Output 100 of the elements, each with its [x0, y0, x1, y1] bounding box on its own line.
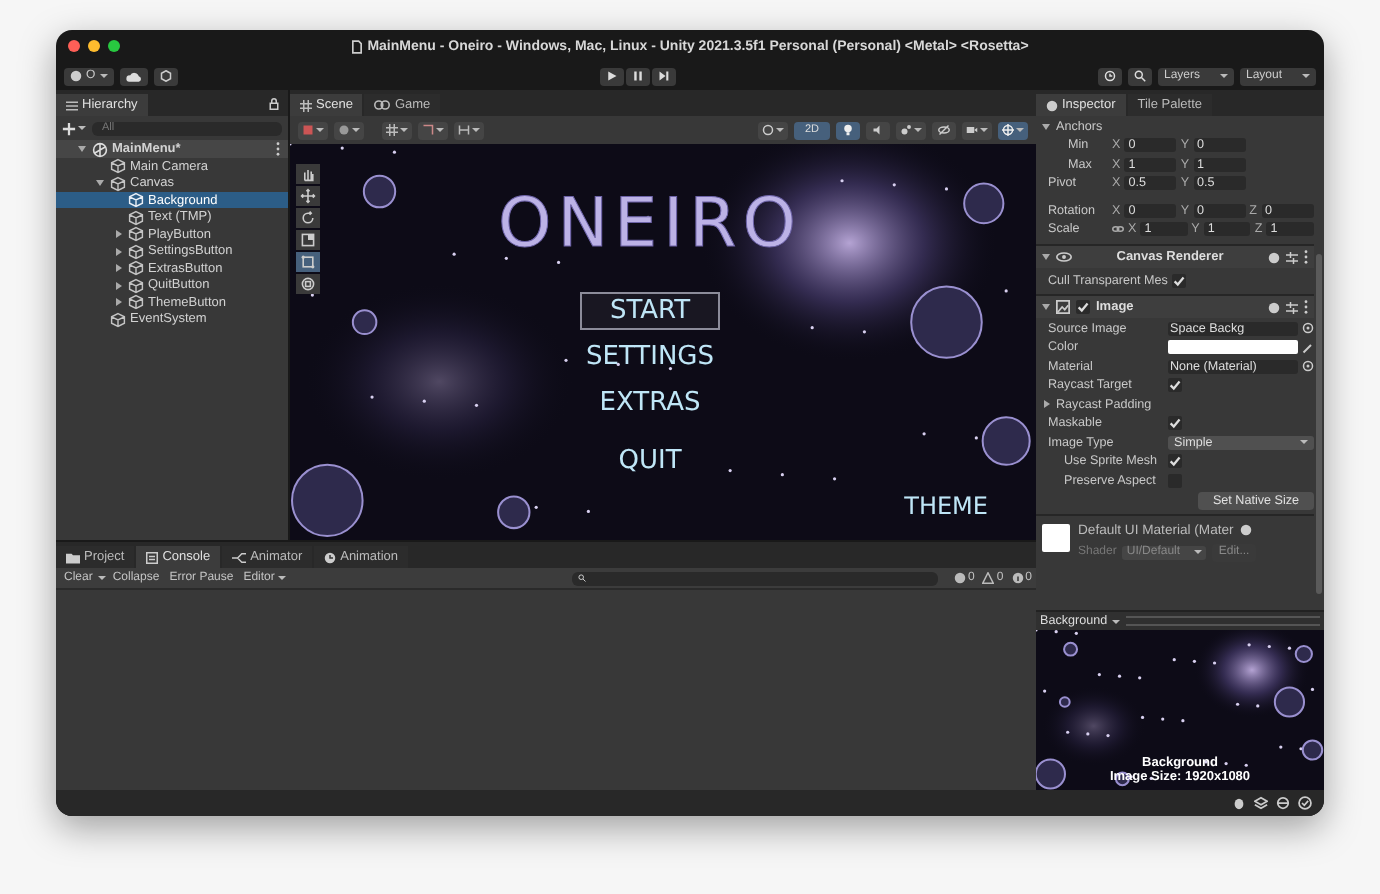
- rect-tool-icon: [300, 254, 316, 271]
- target-icon[interactable]: [1302, 360, 1314, 373]
- render-mode-dropdown[interactable]: [334, 121, 364, 140]
- scene-icon: [92, 141, 108, 158]
- menu-button[interactable]: START: [579, 292, 721, 331]
- expand-arrow-icon[interactable]: [94, 180, 106, 187]
- pause-icon: [631, 70, 644, 83]
- error-icon: [953, 572, 966, 585]
- sphere-dropdown[interactable]: [758, 121, 788, 140]
- history-button[interactable]: [1098, 67, 1122, 86]
- color-swatch[interactable]: [1168, 340, 1298, 355]
- menu-button[interactable]: SETTINGS: [555, 338, 744, 377]
- enable-checkbox[interactable]: [1076, 300, 1090, 315]
- history-icon: [1104, 70, 1116, 83]
- expand-arrow-icon[interactable]: [1042, 254, 1050, 261]
- close-button[interactable]: [68, 40, 80, 52]
- camera-dropdown[interactable]: [962, 121, 992, 140]
- search-button[interactable]: [1128, 67, 1152, 86]
- info-icon: [1046, 99, 1058, 112]
- caret-icon: [1220, 74, 1228, 79]
- account-icon: [70, 70, 82, 83]
- collapse-arrow-icon[interactable]: [112, 230, 124, 239]
- tool-button[interactable]: [296, 186, 320, 207]
- caret-icon: [98, 576, 107, 581]
- sliders-icon[interactable]: [1286, 251, 1298, 264]
- step-icon: [657, 70, 670, 83]
- add-button[interactable]: [62, 121, 86, 136]
- caret-icon: [400, 128, 408, 133]
- minimize-button[interactable]: [88, 40, 100, 52]
- warning-icon: [982, 572, 995, 585]
- caret-icon: [980, 128, 988, 133]
- checkbox[interactable]: [1171, 274, 1186, 289]
- visibility-toggle[interactable]: [932, 121, 956, 140]
- collapse-arrow-icon[interactable]: [1040, 400, 1052, 409]
- hidden-eye-icon: [938, 124, 950, 137]
- pause-button[interactable]: [625, 67, 650, 86]
- expand-arrow-icon[interactable]: [76, 146, 88, 153]
- menu-button[interactable]: QUIT: [588, 442, 712, 481]
- circle-icon: [338, 124, 350, 137]
- effects-dropdown[interactable]: [896, 121, 926, 140]
- cloud-button[interactable]: [119, 67, 148, 86]
- tool-button[interactable]: [296, 230, 320, 251]
- audio-toggle[interactable]: [866, 121, 890, 140]
- network-icon[interactable]: [1276, 796, 1290, 811]
- scale-icon: [300, 232, 316, 249]
- help-icon[interactable]: [1239, 524, 1252, 537]
- check-circle-icon[interactable]: [1298, 796, 1312, 811]
- link-icon[interactable]: [1112, 224, 1124, 235]
- tool-button[interactable]: [296, 252, 320, 273]
- caret-icon: [78, 126, 86, 131]
- hand-icon: [300, 166, 316, 183]
- transform-icon: [300, 276, 316, 293]
- search-icon: [1134, 70, 1146, 83]
- draw-mode-dropdown[interactable]: [298, 121, 328, 140]
- search-icon: [578, 574, 587, 583]
- snap-dropdown[interactable]: [418, 121, 448, 140]
- grid-dropdown[interactable]: [382, 121, 412, 140]
- caret-icon: [352, 128, 360, 133]
- step-button[interactable]: [651, 67, 676, 86]
- collapse-arrow-icon[interactable]: [112, 281, 124, 290]
- gizmos-dropdown[interactable]: [998, 121, 1028, 140]
- collapse-arrow-icon[interactable]: [112, 247, 124, 256]
- help-icon[interactable]: [1268, 301, 1280, 314]
- game-title: ONEIRO: [497, 184, 803, 265]
- caret-icon: [1194, 550, 1203, 555]
- tool-button[interactable]: [296, 208, 320, 229]
- caret-icon: [776, 128, 784, 133]
- theme-button[interactable]: THEME: [904, 492, 988, 521]
- tool-button[interactable]: [296, 274, 320, 295]
- checkbox[interactable]: [1168, 416, 1182, 431]
- help-icon[interactable]: [1268, 251, 1280, 264]
- effects-icon: [900, 124, 912, 137]
- caret-icon: [436, 128, 444, 133]
- tool-button[interactable]: [296, 164, 320, 185]
- checkbox[interactable]: [1168, 378, 1182, 393]
- lighting-toggle[interactable]: [836, 121, 860, 140]
- eyedropper-icon[interactable]: [1302, 341, 1314, 354]
- menu-button[interactable]: EXTRAS: [569, 384, 731, 423]
- layers-icon[interactable]: [1254, 796, 1268, 811]
- expand-arrow-icon[interactable]: [1042, 304, 1050, 311]
- node-graph-icon: [232, 551, 247, 564]
- bug-icon[interactable]: [1232, 796, 1246, 811]
- maximize-button[interactable]: [108, 40, 120, 52]
- expand-arrow-icon[interactable]: [1040, 123, 1052, 130]
- lock-icon[interactable]: [268, 98, 280, 111]
- material-thumbnail: [1042, 523, 1070, 552]
- services-button[interactable]: [153, 67, 178, 86]
- sphere-icon: [762, 124, 774, 137]
- search-field[interactable]: [572, 571, 938, 586]
- sliders-icon[interactable]: [1286, 301, 1298, 314]
- collapse-arrow-icon[interactable]: [112, 264, 124, 273]
- gizmo-icon: [1002, 124, 1014, 137]
- rotate-icon: [300, 210, 316, 227]
- checkbox[interactable]: [1168, 454, 1182, 469]
- move-arrows-icon: [300, 188, 316, 205]
- play-button[interactable]: [599, 67, 624, 86]
- document-icon: [351, 39, 362, 54]
- collapse-arrow-icon[interactable]: [112, 298, 124, 307]
- increment-dropdown[interactable]: [454, 121, 484, 140]
- target-icon[interactable]: [1302, 322, 1314, 335]
